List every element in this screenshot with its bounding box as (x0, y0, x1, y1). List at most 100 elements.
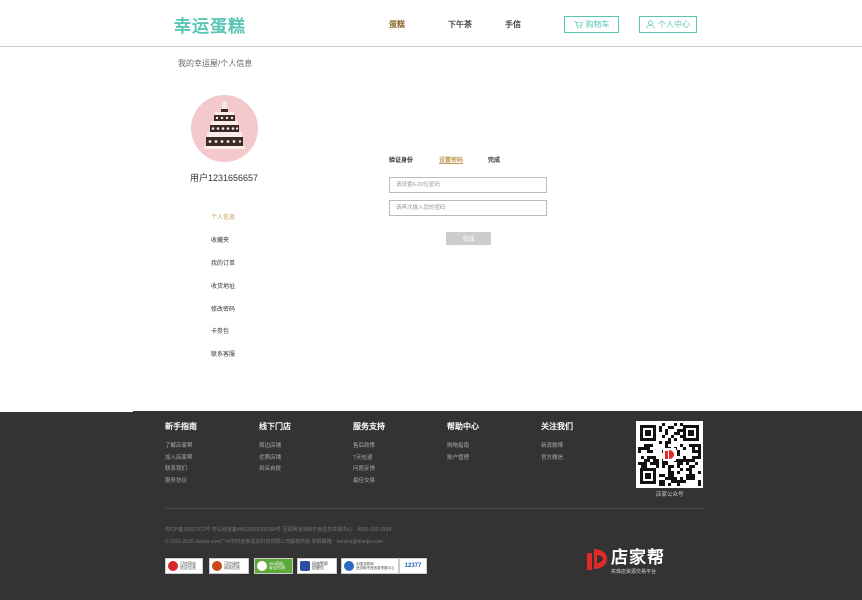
qr-module (644, 444, 647, 447)
qr-module (680, 477, 683, 480)
qr-module (668, 426, 671, 429)
nav-afternoon-tea[interactable]: 下午茶 (448, 19, 472, 30)
qr-module (665, 441, 668, 444)
footer-link[interactable]: 售后政策 (353, 441, 385, 453)
site-logo[interactable]: 幸运蛋糕 (174, 12, 246, 37)
qr-module (683, 459, 686, 462)
qr-module (650, 444, 653, 447)
cart-button[interactable]: 购物车 (564, 16, 619, 33)
footer-link[interactable]: 联系我们 (165, 464, 197, 476)
footer-link[interactable]: 问题反馈 (353, 464, 385, 476)
qr-module (668, 474, 671, 477)
qr-module (698, 444, 701, 447)
qr-module (665, 429, 668, 432)
side-item-coupons[interactable]: 卡劵包 (211, 326, 229, 335)
footer-link[interactable]: 最佳交易 (353, 476, 385, 488)
submit-button[interactable]: 完成 (446, 232, 491, 245)
footer-col-help: 帮助中心 购物指南 账户管理 (447, 421, 479, 464)
cart-label: 购物车 (585, 20, 610, 29)
badge-12377[interactable]: 12377 (399, 558, 427, 574)
footer-col-title: 关注我们 (541, 422, 573, 431)
qr-module (659, 429, 662, 432)
footer-link[interactable]: 服务协议 (165, 476, 197, 488)
qr-module (677, 450, 680, 453)
qr-module (671, 477, 674, 480)
footer-divider-white (0, 411, 133, 412)
brand-logo[interactable]: 店家帮 实体店资源交易平台 (586, 543, 665, 575)
user-center-button[interactable]: 个人中心 (639, 16, 697, 33)
badge-integrity[interactable]: 可信诚性 网站信息 (209, 558, 249, 574)
footer-divider (165, 508, 704, 509)
user-icon (646, 20, 655, 29)
copyright: © 2011-2016 dianjia.com广州市时店家信息科技有限公司版权所… (165, 539, 383, 545)
footer-link[interactable]: 7天包退 (353, 453, 385, 465)
qr-module (674, 423, 677, 426)
qr-module (692, 477, 695, 480)
footer-link[interactable]: 优质店铺 (259, 453, 291, 465)
qr-module (695, 456, 698, 459)
side-item-contact-service[interactable]: 联系客服 (211, 349, 235, 358)
qr-module (692, 465, 695, 468)
qr-module (647, 450, 650, 453)
site-header: 幸运蛋糕 蛋糕 下午茶 手信 购物车 个人中心 (0, 0, 862, 47)
qr-module (692, 459, 695, 462)
qr-module (680, 429, 683, 432)
qr-module (644, 447, 647, 450)
qr-module (674, 480, 677, 483)
footer-link[interactable]: 了解店家帮 (165, 441, 197, 453)
qr-module (689, 477, 692, 480)
footer-col-support: 服务支持 售后政策 7天包退 问题反馈 最佳交易 (353, 421, 385, 487)
footer-link[interactable]: 官方微信 (541, 453, 573, 465)
qr-module (677, 432, 680, 435)
qr-module (677, 453, 680, 456)
qr-module (644, 465, 647, 468)
qr-module (650, 462, 653, 465)
qr-module (644, 462, 647, 465)
side-item-favorites[interactable]: 收藏夹 (211, 235, 229, 244)
footer-link[interactable]: 周边店铺 (259, 441, 291, 453)
qr-module (647, 444, 650, 447)
nav-souvenir[interactable]: 手信 (505, 19, 521, 30)
side-item-address[interactable]: 收货地址 (211, 281, 235, 290)
password-input[interactable] (389, 177, 547, 193)
qr-module (668, 477, 671, 480)
qr-module (653, 459, 656, 462)
badge-trusted-site[interactable]: 可信网站 验证信息 (165, 558, 203, 574)
brand-name: 店家帮 (611, 548, 665, 567)
brand-logo-icon (587, 549, 607, 570)
badge-360-security[interactable]: 360网站 安全检测 (254, 558, 293, 574)
qr-module (689, 444, 692, 447)
footer-link[interactable]: 加入店家帮 (165, 453, 197, 465)
badge-report-center[interactable]: 中国互联网 违法和不良信息举报中心 (341, 558, 399, 574)
qr-module (659, 480, 662, 483)
qr-module (695, 444, 698, 447)
qr-module (671, 426, 674, 429)
nav-cake[interactable]: 蛋糕 (389, 19, 405, 30)
badge-cyber-police[interactable]: 网络警察 提醒您 (297, 558, 337, 574)
footer-link[interactable]: 到店自提 (259, 464, 291, 476)
footer-link[interactable]: 购物指南 (447, 441, 479, 453)
qr-module (647, 456, 650, 459)
qr-module (677, 480, 680, 483)
qr-module (680, 468, 683, 471)
footer-link[interactable]: 账户管理 (447, 453, 479, 465)
confirm-password-input[interactable] (389, 200, 547, 216)
qr-module (671, 471, 674, 474)
qr-module (662, 480, 665, 483)
side-item-profile[interactable]: 个人信息 (211, 212, 235, 221)
side-item-orders[interactable]: 我的订单 (211, 258, 235, 267)
footer-col-follow: 关注我们 新浪微博 官方微信 (541, 421, 573, 464)
qr-module (692, 450, 695, 453)
qr-module (659, 474, 662, 477)
qr-module (698, 453, 701, 456)
qr-module (665, 462, 668, 465)
footer-col-guide: 新手指南 了解店家帮 加入店家帮 联系我们 服务协议 (165, 421, 197, 487)
side-item-change-password[interactable]: 修改密码 (211, 304, 235, 313)
qr-module (668, 465, 671, 468)
badge-icon (212, 561, 222, 571)
qr-module (665, 444, 668, 447)
qr-module (650, 456, 653, 459)
qr-module (692, 474, 695, 477)
footer-link[interactable]: 新浪微博 (541, 441, 573, 453)
qr-module (668, 471, 671, 474)
